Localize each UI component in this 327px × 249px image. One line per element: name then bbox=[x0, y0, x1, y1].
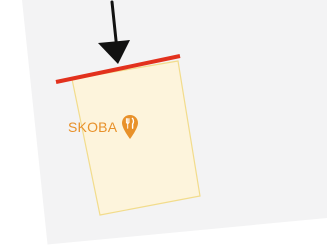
map-view[interactable]: SKOBA bbox=[0, 0, 327, 249]
poi-label: SKOBA bbox=[68, 119, 118, 135]
map-canvas[interactable] bbox=[0, 0, 327, 249]
poi-marker[interactable]: SKOBA bbox=[68, 114, 139, 140]
restaurant-icon bbox=[122, 115, 139, 139]
